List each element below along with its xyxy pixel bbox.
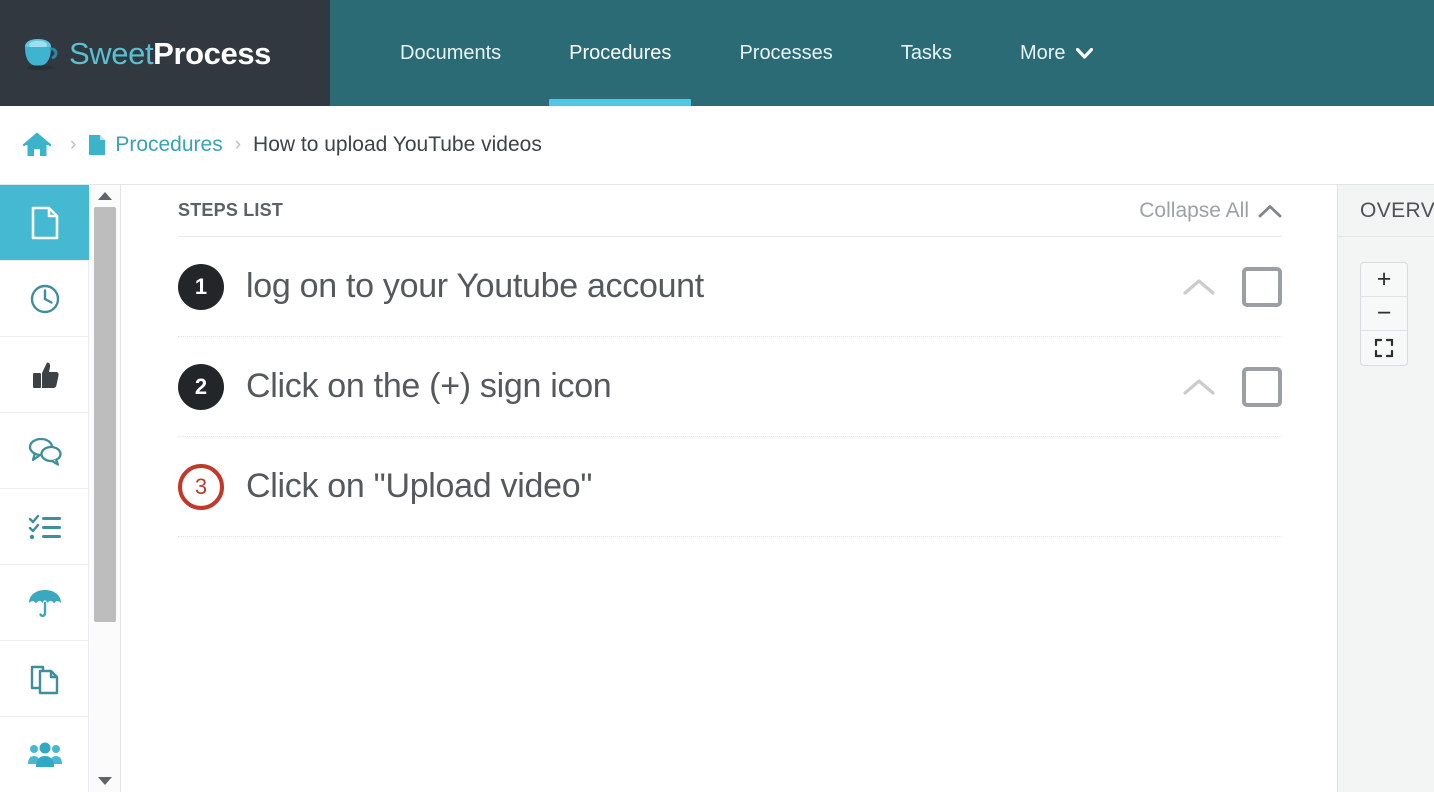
step-row[interactable]: 2 Click on the (+) sign icon: [178, 337, 1282, 437]
sidebar-scrollbar[interactable]: [89, 185, 121, 792]
brand-logo[interactable]: SweetProcess: [0, 0, 330, 106]
step-row[interactable]: 1 log on to your Youtube account: [178, 237, 1282, 337]
breadcrumb: › Procedures › How to upload YouTube vid…: [0, 106, 1434, 185]
step-title: Click on the (+) sign icon: [246, 367, 612, 405]
steps-panel: STEPS LIST Collapse All 1 log on to your…: [122, 185, 1337, 792]
fit-screen-icon: [1374, 338, 1394, 358]
step-row[interactable]: 3 Click on "Upload video": [178, 437, 1282, 537]
zoom-in-button[interactable]: +: [1361, 263, 1407, 297]
nav-tab-more[interactable]: More: [986, 0, 1127, 106]
collapse-all-button[interactable]: Collapse All: [1139, 199, 1282, 223]
nav-tab-procedures[interactable]: Procedures: [535, 0, 705, 106]
sidebar-item-duplicate[interactable]: [0, 641, 89, 717]
sidebar-item-policies[interactable]: [0, 565, 89, 641]
top-navigation-bar: SweetProcess Documents Procedures Proces…: [0, 0, 1434, 106]
step-controls: [1182, 366, 1282, 407]
home-icon[interactable]: [22, 132, 52, 158]
clock-icon: [30, 284, 59, 313]
copy-pages-icon: [30, 665, 58, 694]
checklist-icon: [28, 514, 61, 539]
comments-icon: [28, 437, 62, 466]
step-title: log on to your Youtube account: [246, 267, 704, 305]
sidebar-item-checklist[interactable]: [0, 489, 89, 565]
step-number: 1: [194, 273, 208, 299]
brand-name-process: Process: [153, 35, 272, 71]
zoom-in-label: +: [1376, 265, 1392, 293]
steps-panel-header: STEPS LIST Collapse All: [178, 185, 1282, 237]
step-number: 3: [194, 473, 208, 499]
app-root: SweetProcess Documents Procedures Proces…: [0, 0, 1434, 792]
collapse-all-label: Collapse All: [1139, 198, 1249, 222]
breadcrumb-separator-1: ›: [70, 134, 77, 155]
coffee-cup-icon: [25, 39, 58, 70]
scrollbar-thumb[interactable]: [94, 207, 116, 622]
scroll-up-arrow-icon[interactable]: [89, 185, 121, 207]
zoom-out-label: −: [1376, 299, 1392, 327]
overview-panel-title: OVERVIEW: [1338, 185, 1434, 237]
breadcrumb-separator-2: ›: [234, 134, 242, 155]
step-controls: [1182, 266, 1282, 307]
step-checkbox[interactable]: [1242, 366, 1282, 407]
brand-name-sweet: Sweet: [69, 35, 154, 71]
overview-panel: OVERVIEW + −: [1337, 185, 1434, 792]
chevron-up-icon[interactable]: [1182, 277, 1216, 296]
thumbs-up-icon: [32, 362, 59, 388]
sidebar-item-document[interactable]: [0, 185, 89, 261]
breadcrumb-item-procedures[interactable]: Procedures: [88, 133, 223, 157]
brand-wordmark: SweetProcess: [69, 38, 271, 69]
sidebar-item-comments[interactable]: [0, 413, 89, 489]
chevron-up-icon: [1258, 204, 1282, 217]
step-number-badge: 1: [178, 263, 224, 310]
nav-tab-processes-label: Processes: [739, 41, 833, 64]
nav-tab-more-label: More: [1019, 41, 1066, 64]
chevron-up-icon[interactable]: [1182, 377, 1216, 396]
nav-items: Documents Procedures Processes Tasks Mor…: [330, 0, 1434, 106]
document-icon: [89, 135, 106, 155]
zoom-controls: + −: [1360, 262, 1408, 366]
left-icon-rail: [0, 185, 89, 792]
umbrella-icon: [28, 589, 61, 617]
breadcrumb-link-label: Procedures: [115, 133, 223, 156]
steps-list-title: STEPS LIST: [178, 200, 284, 220]
step-number: 2: [194, 373, 208, 399]
sidebar-item-history[interactable]: [0, 261, 89, 337]
nav-tab-tasks-label: Tasks: [900, 41, 952, 64]
step-number-badge: 3: [178, 463, 224, 510]
nav-tab-tasks[interactable]: Tasks: [867, 0, 986, 106]
zoom-out-button[interactable]: −: [1361, 297, 1407, 331]
fit-screen-button[interactable]: [1361, 331, 1407, 365]
nav-tab-procedures-label: Procedures: [569, 41, 672, 64]
breadcrumb-current-page: How to upload YouTube videos: [253, 133, 542, 156]
nav-tab-documents[interactable]: Documents: [366, 0, 535, 106]
document-icon: [31, 206, 58, 239]
step-title: Click on "Upload video": [246, 467, 593, 505]
nav-tab-documents-label: Documents: [400, 41, 502, 64]
sidebar-item-approvals[interactable]: [0, 337, 89, 413]
scroll-down-arrow-icon[interactable]: [89, 770, 121, 792]
nav-tab-processes[interactable]: Processes: [705, 0, 866, 106]
step-checkbox[interactable]: [1242, 266, 1282, 307]
chevron-down-icon: [1075, 47, 1093, 59]
step-number-badge: 2: [178, 363, 224, 410]
sidebar-item-team[interactable]: [0, 717, 89, 792]
team-users-icon: [27, 742, 62, 767]
